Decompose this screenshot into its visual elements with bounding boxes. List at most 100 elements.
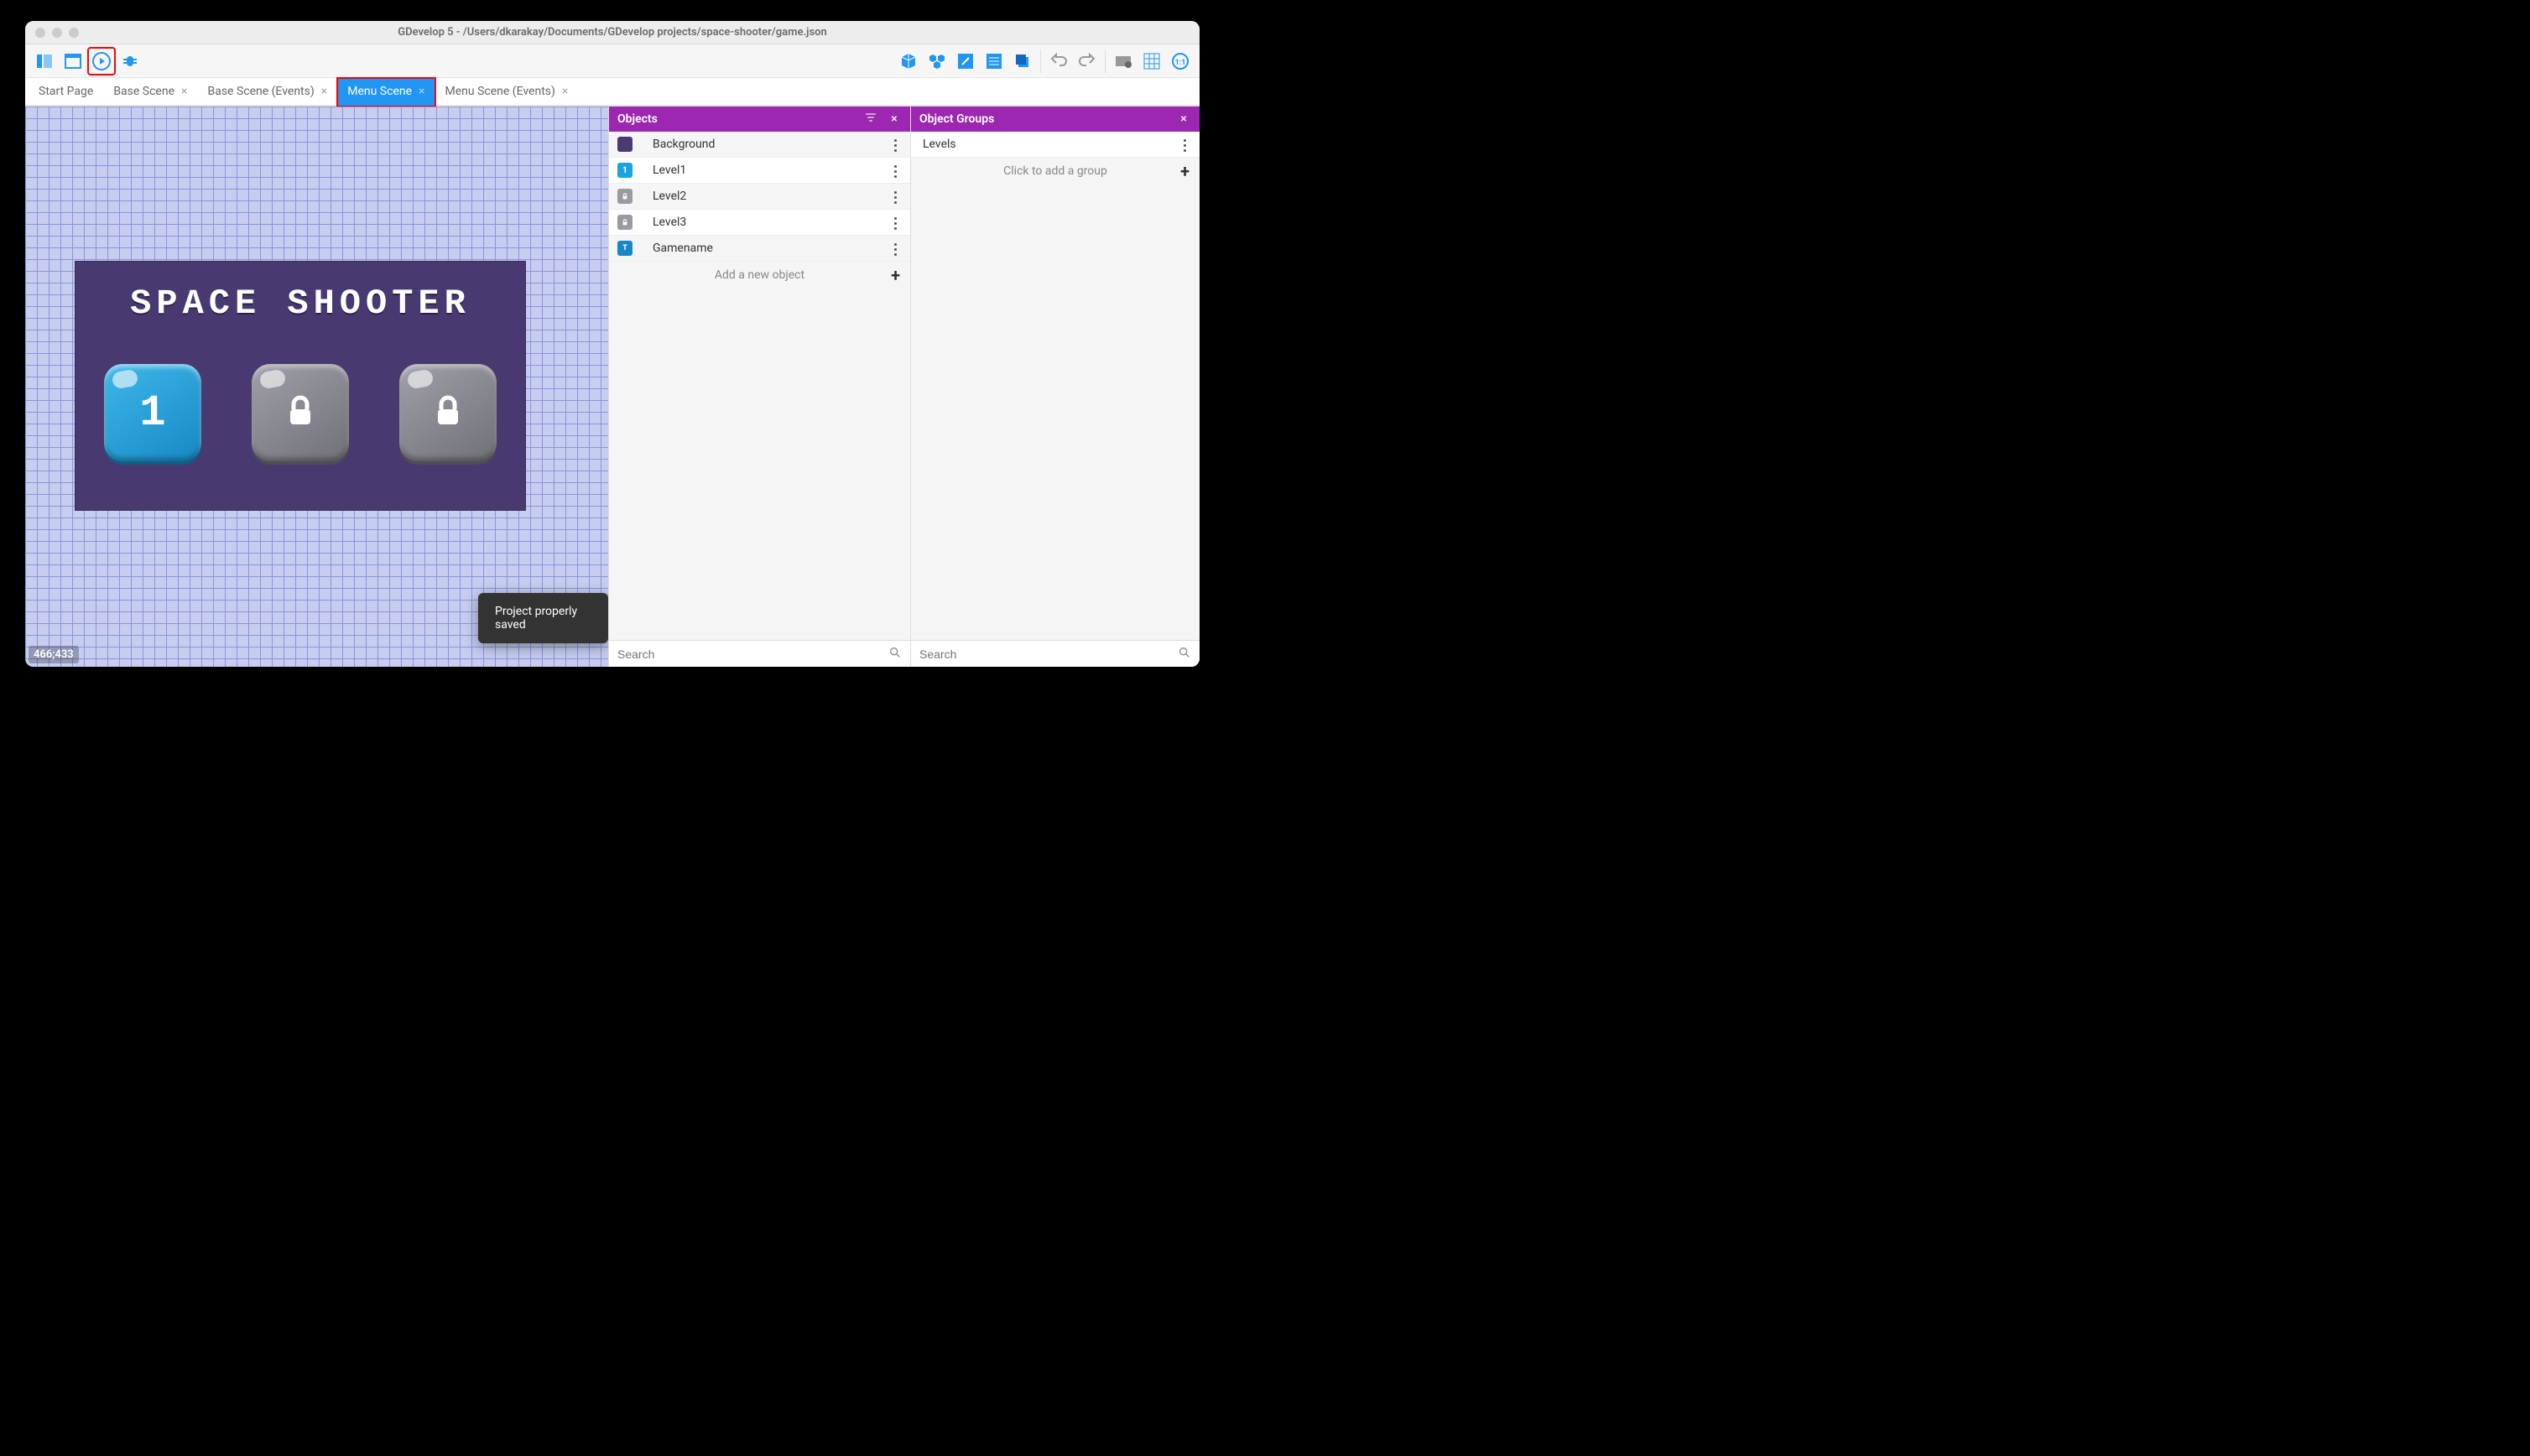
object-label: Background [653,138,888,151]
tab-start-page[interactable]: Start Page [29,78,103,107]
close-panel-icon[interactable]: × [1176,112,1191,126]
lock-icon [428,391,468,434]
more-icon[interactable]: ⋯ [887,190,904,203]
cubes-icon[interactable] [923,47,951,75]
traffic-min[interactable] [52,28,62,38]
window-icon[interactable] [59,47,87,75]
object-label: Level2 [653,190,888,203]
tab-label: Start Page [39,85,93,98]
groups-list: Levels ⋯ Click to add a group + [911,132,1200,640]
window-title: GDevelop 5 - /Users/dkarakay/Documents/G… [25,26,1200,39]
groups-panel-header: Object Groups × [911,107,1200,132]
panel-title: Objects [617,112,658,126]
add-group-row[interactable]: Click to add a group + [911,158,1200,185]
close-panel-icon[interactable]: × [887,112,902,126]
object-row-background[interactable]: Background ⋯ [609,132,910,158]
object-thumb [617,137,632,152]
edit-icon[interactable] [951,47,980,75]
group-row-levels[interactable]: Levels ⋯ [911,132,1200,158]
level-2-button[interactable] [252,364,349,461]
search-icon[interactable] [1178,646,1191,663]
app-window: GDevelop 5 - /Users/dkarakay/Documents/G… [25,21,1200,667]
grid-icon[interactable] [1137,47,1166,75]
group-label: Levels [923,138,1178,151]
search-icon[interactable] [888,646,902,663]
more-icon[interactable]: ⋯ [887,164,904,177]
more-icon[interactable]: ⋯ [887,138,904,151]
shine-decoration [406,369,434,390]
object-thumb: 1 [617,163,632,178]
toolbar-divider [1040,49,1041,73]
zoom-reset-icon[interactable]: 1:1 [1166,47,1195,75]
close-icon[interactable]: × [419,85,424,98]
save-toast: Project properly saved [478,593,608,643]
svg-text:1:1: 1:1 [1175,59,1186,67]
project-panel-icon[interactable] [30,47,59,75]
more-icon[interactable]: ⋯ [887,242,904,255]
layers-icon[interactable] [1008,47,1037,75]
close-icon[interactable]: × [321,85,327,98]
object-label: Gamename [653,242,888,255]
object-row-gamename[interactable]: T Gamename ⋯ [609,236,910,262]
object-row-level1[interactable]: 1 Level1 ⋯ [609,158,910,184]
undo-icon[interactable] [1044,47,1073,75]
groups-search-input[interactable] [919,647,1178,661]
filter-icon[interactable] [863,111,878,127]
level-1-button[interactable]: 1 [104,364,201,461]
close-icon[interactable]: × [181,85,187,98]
object-thumb: T [617,241,632,256]
objects-panel: Objects × Background ⋯ 1 Level1 ⋯ [608,107,910,667]
toolbar-divider [1105,49,1106,73]
object-row-level3[interactable]: Level3 ⋯ [609,210,910,236]
object-row-level2[interactable]: Level2 ⋯ [609,184,910,210]
titlebar: GDevelop 5 - /Users/dkarakay/Documents/G… [25,21,1200,44]
traffic-close[interactable] [35,28,45,38]
level-3-button[interactable] [399,364,497,461]
main-area: SPACE SHOOTER 1 466;433 [25,107,1200,667]
redo-icon[interactable] [1073,47,1101,75]
tab-label: Menu Scene (Events) [445,85,555,98]
tab-label: Menu Scene [347,85,412,98]
object-thumb [617,189,632,204]
scene-background[interactable]: SPACE SHOOTER 1 [75,262,525,510]
scene-canvas[interactable]: SPACE SHOOTER 1 466;433 [25,107,608,667]
tab-label: Base Scene (Events) [207,85,314,98]
tab-base-scene-events[interactable]: Base Scene (Events) × [197,78,337,107]
panel-title: Object Groups [919,112,994,126]
objects-panel-header: Objects × [609,107,910,132]
shine-decoration [258,369,286,390]
add-object-row[interactable]: Add a new object + [609,262,910,289]
debug-icon[interactable] [116,47,144,75]
traffic-lights [35,28,79,38]
close-icon[interactable]: × [562,85,568,98]
play-button[interactable] [87,47,116,75]
shine-decoration [111,369,138,390]
add-group-label: Click to add a group [1003,164,1107,178]
tab-bar: Start Page Base Scene × Base Scene (Event… [25,78,1200,107]
traffic-max[interactable] [69,28,79,38]
object-thumb [617,215,632,230]
more-icon[interactable]: ⋯ [1176,138,1194,151]
plus-icon: + [1180,161,1190,181]
object-label: Level1 [653,164,888,177]
object-label: Level3 [653,216,888,229]
more-icon[interactable]: ⋯ [887,216,904,229]
level-number: 1 [139,388,165,438]
mask-icon[interactable] [1109,47,1137,75]
tab-label: Base Scene [113,85,174,98]
tab-menu-scene-events[interactable]: Menu Scene (Events) × [435,78,579,107]
tab-base-scene[interactable]: Base Scene × [103,78,197,107]
level-buttons-row: 1 [75,364,525,461]
game-title-text: SPACE SHOOTER [75,262,525,324]
cursor-coordinates: 466;433 [29,646,79,663]
cube-icon[interactable] [894,47,923,75]
objects-list: Background ⋯ 1 Level1 ⋯ Level2 ⋯ [609,132,910,640]
groups-search [911,640,1200,667]
list-icon[interactable] [980,47,1008,75]
plus-icon: + [891,265,900,285]
objects-search-input[interactable] [617,647,888,661]
lock-icon [280,391,320,434]
tab-menu-scene[interactable]: Menu Scene × [337,78,435,107]
add-object-label: Add a new object [715,268,804,282]
objects-search [609,640,910,667]
